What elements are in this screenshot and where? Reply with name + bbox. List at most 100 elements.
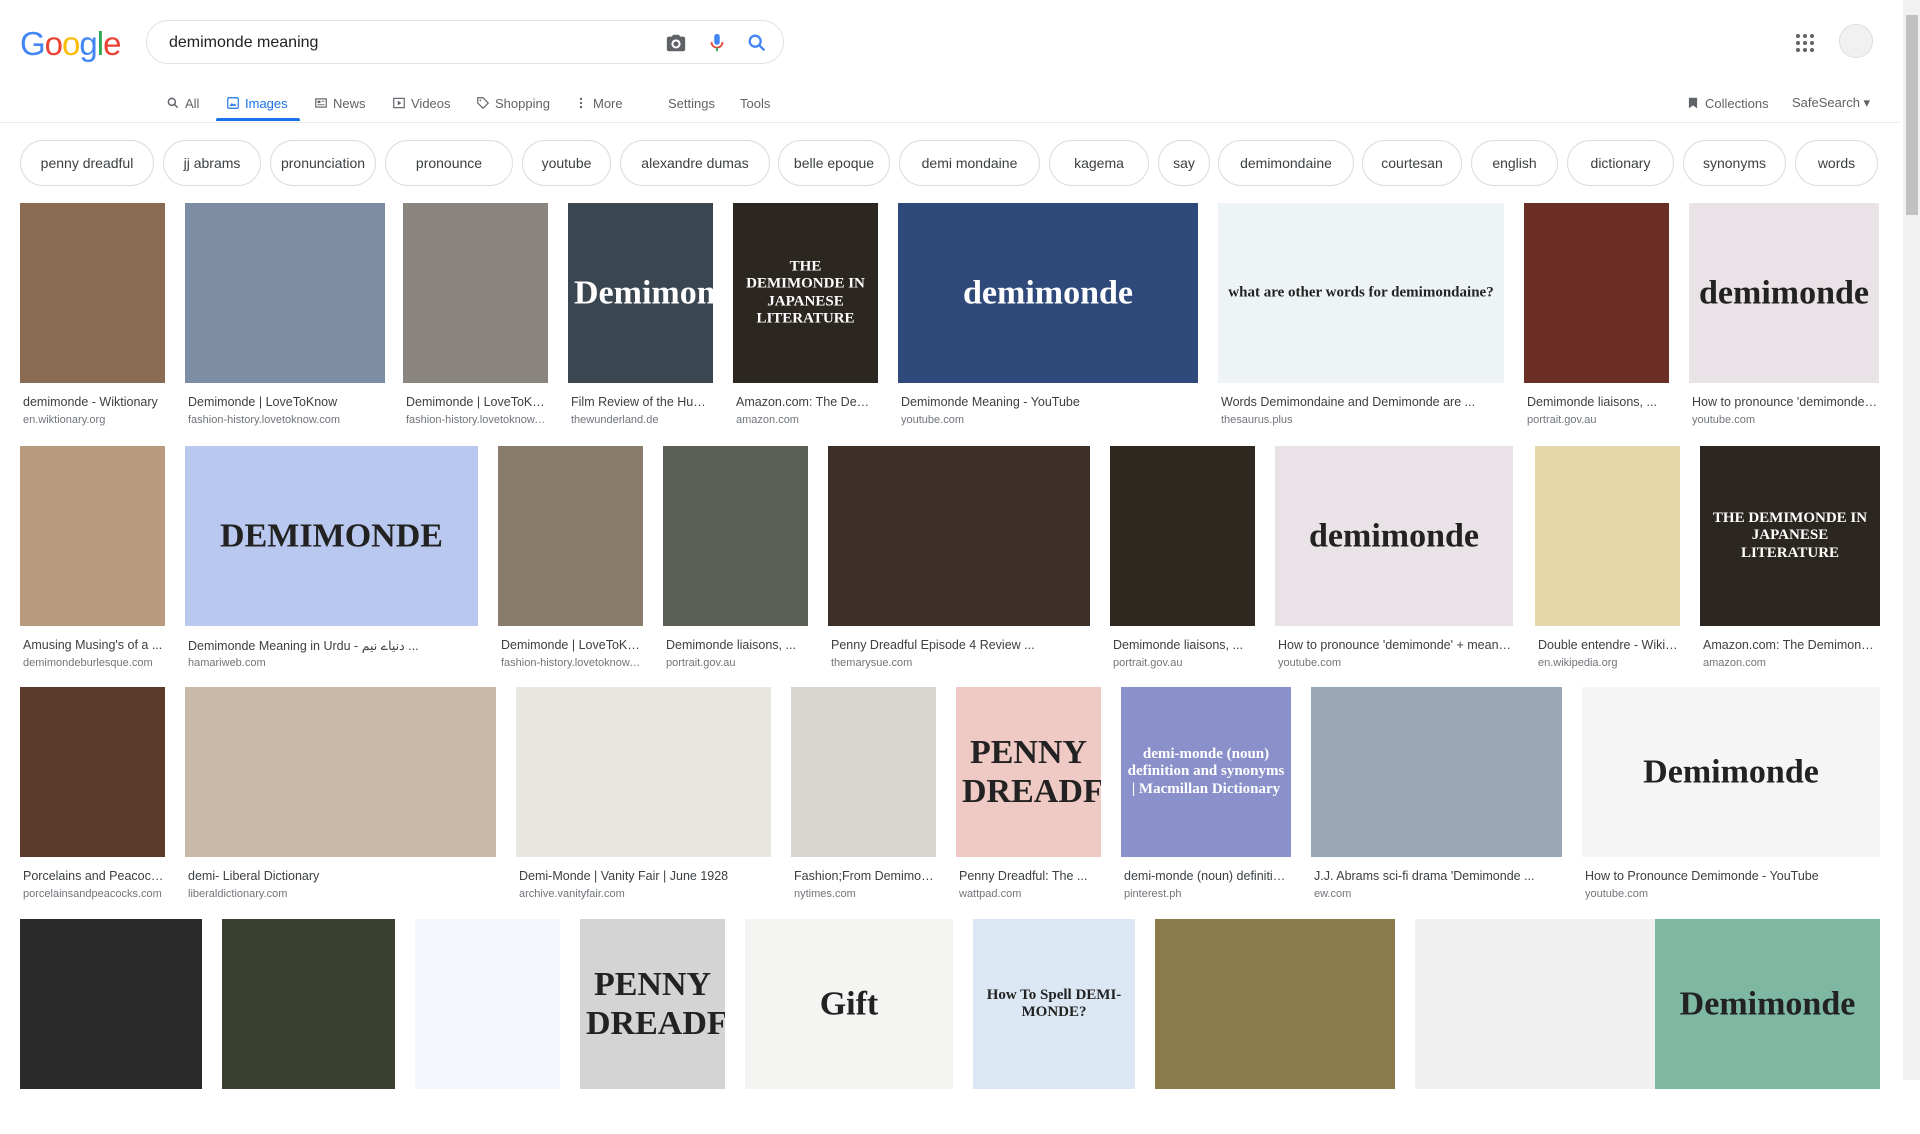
- image-result[interactable]: [20, 919, 202, 1134]
- result-thumbnail[interactable]: [663, 446, 808, 626]
- result-source[interactable]: portrait.gov.au: [1113, 657, 1254, 669]
- result-thumbnail[interactable]: THE DEMIMONDE IN JAPANESE LITERATURE: [733, 203, 878, 383]
- result-source[interactable]: liberaldictionary.com: [188, 888, 495, 900]
- chip-kagema[interactable]: kagema: [1049, 140, 1149, 186]
- chip-alexandre-dumas[interactable]: alexandre dumas: [620, 140, 770, 186]
- result-thumbnail[interactable]: [20, 446, 165, 626]
- result-title[interactable]: Fashion;From Demimonde ...: [794, 869, 935, 883]
- image-result[interactable]: demimonde Demimonde Meaning - YouTube yout…: [898, 203, 1198, 428]
- result-thumbnail[interactable]: [222, 919, 395, 1089]
- result-source[interactable]: demimondeburlesque.com: [23, 657, 164, 669]
- result-title[interactable]: Demimonde | LoveToKnow: [501, 638, 642, 652]
- result-title[interactable]: Demimonde liaisons, ...: [666, 638, 807, 652]
- apps-grid-icon[interactable]: [1795, 33, 1815, 53]
- image-result[interactable]: Demimonde liaisons, ... portrait.gov.au: [1110, 446, 1255, 671]
- image-result[interactable]: PENNY DREADFUL: [580, 919, 725, 1134]
- chip-english[interactable]: english: [1471, 140, 1558, 186]
- result-title[interactable]: Words Demimondaine and Demimonde are ...: [1221, 395, 1503, 409]
- image-result[interactable]: J.J. Abrams sci-fi drama 'Demimonde ... e…: [1311, 687, 1562, 902]
- result-title[interactable]: How to pronounce 'demimonde' + meaning .…: [1278, 638, 1512, 652]
- image-result[interactable]: Porcelains and Peacocks ... porcelainsand…: [20, 687, 165, 902]
- image-result[interactable]: Penny Dreadful Episode 4 Review ... thema…: [828, 446, 1090, 671]
- result-source[interactable]: portrait.gov.au: [666, 657, 807, 669]
- chip-words[interactable]: words: [1795, 140, 1878, 186]
- result-thumbnail[interactable]: [828, 446, 1090, 626]
- tab-tools[interactable]: Tools: [740, 92, 770, 114]
- result-thumbnail[interactable]: Demimonde: [1582, 687, 1880, 857]
- result-thumbnail[interactable]: Demimonde: [568, 203, 713, 383]
- result-source[interactable]: ew.com: [1314, 888, 1561, 900]
- chip-demimondaine[interactable]: demimondaine: [1218, 140, 1354, 186]
- result-source[interactable]: porcelainsandpeacocks.com: [23, 888, 164, 900]
- avatar[interactable]: [1839, 24, 1873, 58]
- camera-icon[interactable]: [665, 32, 687, 54]
- result-source[interactable]: en.wiktionary.org: [23, 414, 164, 426]
- result-source[interactable]: fashion-history.lovetoknow.com: [501, 657, 642, 669]
- result-title[interactable]: J.J. Abrams sci-fi drama 'Demimonde ...: [1314, 869, 1561, 883]
- result-thumbnail[interactable]: Gift: [745, 919, 953, 1089]
- image-result[interactable]: DEMIMONDE Demimonde Meaning in Urdu - دنی…: [185, 446, 478, 671]
- result-source[interactable]: themarysue.com: [831, 657, 1089, 669]
- result-thumbnail[interactable]: THE DEMIMONDE IN JAPANESE LITERATURE: [1700, 446, 1880, 626]
- chip-youtube[interactable]: youtube: [522, 140, 611, 186]
- result-thumbnail[interactable]: [1110, 446, 1255, 626]
- result-thumbnail[interactable]: [1155, 919, 1395, 1089]
- image-result[interactable]: Amusing Musing's of a ... demimondeburles…: [20, 446, 165, 671]
- result-title[interactable]: Amazon.com: The Demimonde ...: [1703, 638, 1879, 652]
- image-result[interactable]: demimonde How to pronounce 'demimonde' ..…: [1689, 203, 1879, 428]
- result-title[interactable]: demimonde - Wiktionary: [23, 395, 164, 409]
- tab-all[interactable]: All: [166, 92, 199, 114]
- result-title[interactable]: Penny Dreadful: The ...: [959, 869, 1100, 883]
- microphone-icon[interactable]: [706, 32, 728, 54]
- chip-penny-dreadful[interactable]: penny dreadful: [20, 140, 154, 186]
- result-source[interactable]: fashion-history.lovetoknow.com: [406, 414, 547, 426]
- image-result[interactable]: [415, 919, 560, 1134]
- result-source[interactable]: thewunderland.de: [571, 414, 712, 426]
- result-source[interactable]: nytimes.com: [794, 888, 935, 900]
- result-thumbnail[interactable]: [403, 203, 548, 383]
- result-thumbnail[interactable]: [516, 687, 771, 857]
- image-result[interactable]: Demi-Monde | Vanity Fair | June 1928 arch…: [516, 687, 771, 902]
- result-title[interactable]: Penny Dreadful Episode 4 Review ...: [831, 638, 1089, 652]
- image-result[interactable]: THE DEMIMONDE IN JAPANESE LITERATURE Amaz…: [1700, 446, 1880, 671]
- result-title[interactable]: How to pronounce 'demimonde' ...: [1692, 395, 1878, 409]
- result-source[interactable]: portrait.gov.au: [1527, 414, 1668, 426]
- image-result[interactable]: demi- Liberal Dictionary liberaldictionar…: [185, 687, 496, 902]
- result-source[interactable]: amazon.com: [1703, 657, 1879, 669]
- image-result[interactable]: Demimonde liaisons, ... portrait.gov.au: [1524, 203, 1669, 428]
- image-result[interactable]: [1415, 919, 1655, 1134]
- image-result[interactable]: Fashion;From Demimonde ... nytimes.com: [791, 687, 936, 902]
- result-thumbnail[interactable]: [20, 919, 202, 1089]
- result-title[interactable]: Demimonde | LoveToKnow: [406, 395, 547, 409]
- chip-pronunciation[interactable]: pronunciation: [270, 140, 376, 186]
- image-result[interactable]: [1155, 919, 1395, 1134]
- image-result[interactable]: Demimonde | LoveToKnow fashion-history.lo…: [403, 203, 548, 428]
- search-input[interactable]: [167, 31, 641, 55]
- result-thumbnail[interactable]: demimonde: [1275, 446, 1513, 626]
- result-thumbnail[interactable]: [415, 919, 560, 1089]
- result-title[interactable]: Porcelains and Peacocks ...: [23, 869, 164, 883]
- result-source[interactable]: amazon.com: [736, 414, 877, 426]
- image-result[interactable]: PENNY DREADFUL Penny Dreadful: The ... wat…: [956, 687, 1101, 902]
- result-thumbnail[interactable]: How To Spell DEMI-MONDE?: [973, 919, 1135, 1089]
- result-source[interactable]: archive.vanityfair.com: [519, 888, 770, 900]
- result-thumbnail[interactable]: PENNY DREADFUL: [580, 919, 725, 1089]
- result-thumbnail[interactable]: PENNY DREADFUL: [956, 687, 1101, 857]
- image-result[interactable]: Gift: [745, 919, 953, 1134]
- image-result[interactable]: THE DEMIMONDE IN JAPANESE LITERATURE Amaz…: [733, 203, 878, 428]
- image-result[interactable]: Demimonde How to Pronounce Demimonde - Yo…: [1582, 687, 1880, 902]
- search-icon[interactable]: [746, 32, 768, 54]
- image-result[interactable]: [222, 919, 395, 1134]
- result-thumbnail[interactable]: [185, 687, 496, 857]
- result-title[interactable]: Double entendre - Wikipedia: [1538, 638, 1679, 652]
- result-thumbnail[interactable]: what are other words for demimondaine?: [1218, 203, 1504, 383]
- chip-pronounce[interactable]: pronounce: [385, 140, 513, 186]
- chip-dictionary[interactable]: dictionary: [1567, 140, 1674, 186]
- result-source[interactable]: fashion-history.lovetoknow.com: [188, 414, 384, 426]
- result-source[interactable]: pinterest.ph: [1124, 888, 1290, 900]
- result-source[interactable]: hamariweb.com: [188, 657, 477, 669]
- scrollbar-thumb[interactable]: [1906, 15, 1918, 215]
- result-thumbnail[interactable]: [185, 203, 385, 383]
- result-title[interactable]: How to Pronounce Demimonde - YouTube: [1585, 869, 1879, 883]
- result-title[interactable]: Demimonde liaisons, ...: [1113, 638, 1254, 652]
